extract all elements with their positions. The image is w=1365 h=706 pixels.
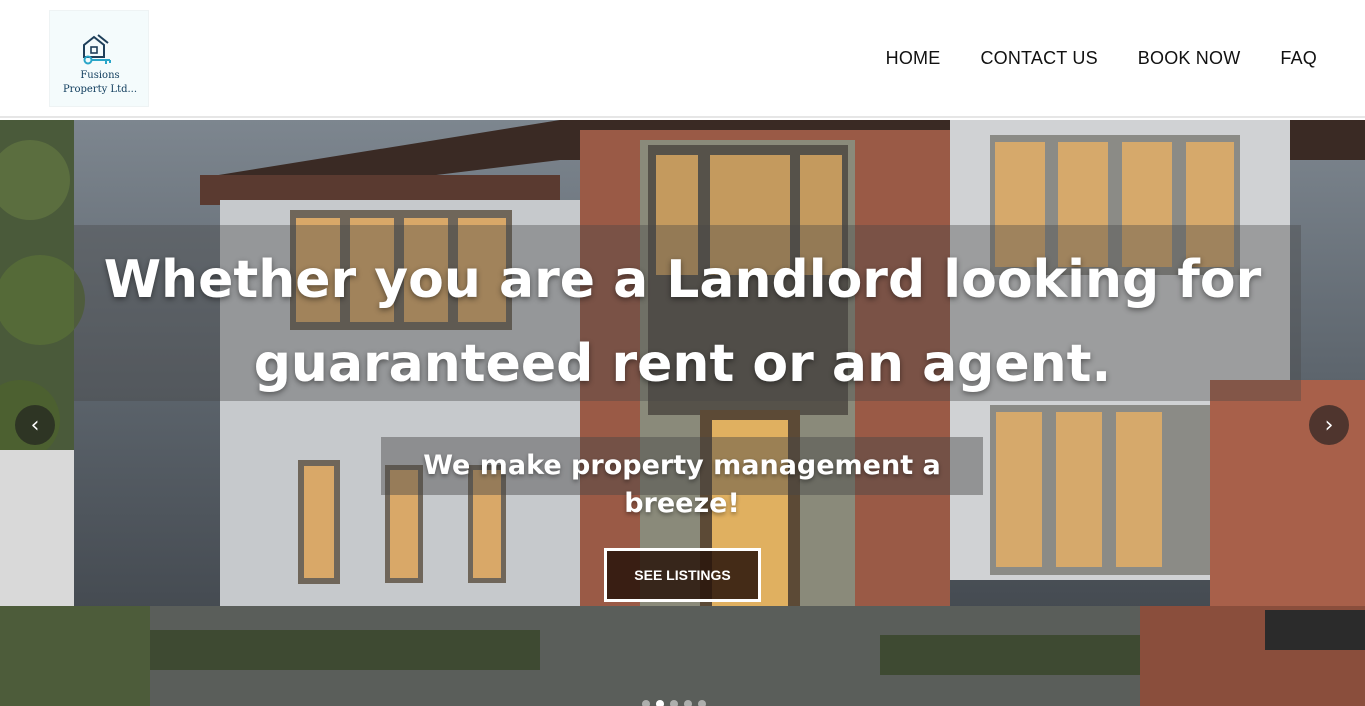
slider-dots — [642, 700, 706, 706]
nav-home[interactable]: HOME — [886, 48, 941, 69]
chevron-left-icon: ‹ — [30, 412, 40, 438]
slider-next-button[interactable]: › — [1309, 405, 1349, 445]
hero-headline: Whether you are a Landlord looking for g… — [103, 250, 1262, 394]
site-header: Fusions Property Ltd... HOME CONTACT US … — [0, 0, 1365, 118]
slider-dot[interactable] — [698, 700, 706, 706]
nav-faq[interactable]: FAQ — [1280, 48, 1317, 69]
brand-name-line2: Property Ltd... — [62, 84, 138, 95]
hero-subheadline: We make property management a breeze! — [423, 450, 941, 519]
house-illustration — [0, 120, 1365, 706]
slider-dot[interactable] — [670, 700, 678, 706]
slider-dot[interactable] — [642, 700, 650, 706]
nav-contact-us[interactable]: CONTACT US — [980, 48, 1097, 69]
see-listings-button[interactable]: SEE LISTINGS — [604, 548, 761, 602]
hero-slider: Whether you are a Landlord looking for g… — [0, 120, 1365, 706]
nav-book-now[interactable]: BOOK NOW — [1138, 48, 1241, 69]
brand-name: Fusions Property Ltd... — [50, 69, 150, 97]
chevron-right-icon: › — [1324, 412, 1334, 438]
slider-dot[interactable] — [684, 700, 692, 706]
house-key-icon — [83, 34, 111, 65]
main-nav: HOME CONTACT US BOOK NOW FAQ — [886, 48, 1317, 69]
brand-logo[interactable]: Fusions Property Ltd... — [49, 10, 149, 107]
slider-dot[interactable] — [656, 700, 664, 706]
brand-name-line1: Fusions — [80, 70, 120, 81]
slider-prev-button[interactable]: ‹ — [15, 405, 55, 445]
hero-background-image — [0, 120, 1365, 706]
